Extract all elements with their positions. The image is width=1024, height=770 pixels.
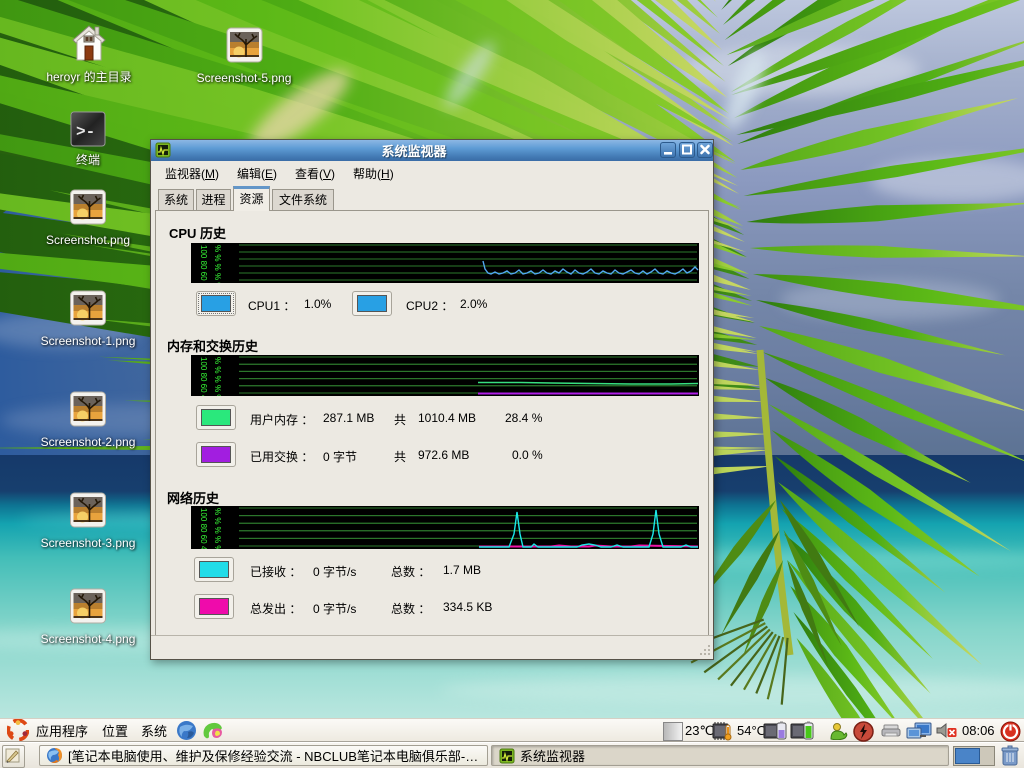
svg-text:100 80 60 40 20: 100 80 60 40 20 <box>199 245 208 283</box>
svg-text:100 80 60 40 20: 100 80 60 40 20 <box>199 357 208 396</box>
svg-text:>-: >- <box>76 123 95 141</box>
svg-text:100 80 60 40 20: 100 80 60 40 20 <box>199 508 208 549</box>
svg-text:% % % % %: % % % % % <box>213 245 222 283</box>
svg-text:% % % % %: % % % % % <box>213 508 222 549</box>
svg-text:% % % % %: % % % % % <box>213 357 222 396</box>
